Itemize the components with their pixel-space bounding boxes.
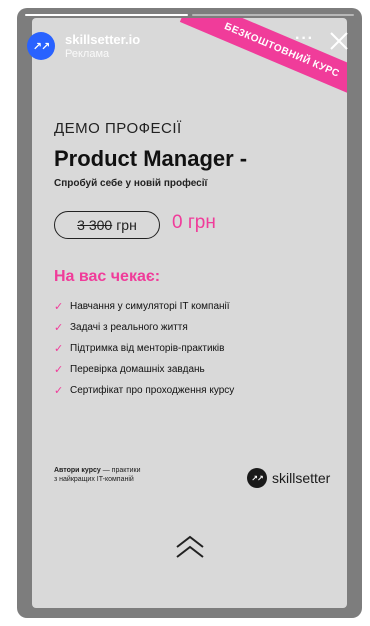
old-price-currency: грн: [116, 217, 137, 233]
benefit-text: Задачі з реального життя: [70, 322, 188, 333]
list-item: ✓ Задачі з реального життя: [54, 317, 234, 338]
old-price: 3 300: [77, 217, 113, 233]
authors-text-2: з найкращих IT-компаній: [54, 476, 134, 483]
account-name[interactable]: skillsetter.io: [65, 32, 140, 47]
benefit-text: Підтримка від менторів-практиків: [70, 343, 225, 354]
new-price: 0 грн: [172, 212, 216, 233]
check-icon: ✓: [54, 364, 64, 376]
ad-creative[interactable]: БЕЗКОШТОВНИЙ КУРС ДЕМО ПРОФЕСІЇ Product …: [32, 18, 347, 608]
skillsetter-logo-icon: ↗↗: [247, 468, 267, 488]
close-icon[interactable]: [326, 28, 352, 54]
account-avatar[interactable]: ↗↗: [27, 32, 55, 60]
benefit-text: Сертифікат про проходження курсу: [70, 385, 235, 396]
brand-logo: ↗↗ skillsetter: [247, 468, 330, 488]
authors-text-1: — практики: [100, 467, 141, 474]
sponsored-label: Реклама: [65, 48, 110, 60]
awaits-heading: На вас чекає:: [54, 268, 161, 285]
story-header: ↗↗ skillsetter.io Реклама ···: [27, 26, 352, 66]
account-info[interactable]: skillsetter.io Реклама: [65, 32, 140, 60]
check-icon: ✓: [54, 343, 64, 355]
progress-segment: [25, 14, 188, 16]
more-options-icon[interactable]: ···: [295, 30, 314, 48]
brand-name: skillsetter: [272, 470, 331, 486]
ad-subtitle: Спробуй себе у новій професії: [54, 178, 208, 189]
benefit-text: Навчання у симуляторі IT компанії: [70, 301, 230, 312]
benefits-list: ✓ Навчання у симуляторі IT компанії ✓ Зада…: [54, 296, 234, 401]
authors-note: Автори курсу — практики з найкращих IT-к…: [54, 466, 140, 484]
authors-label: Автори курсу: [54, 467, 101, 474]
check-icon: ✓: [54, 385, 64, 397]
list-item: ✓ Сертифікат про проходження курсу: [54, 380, 234, 401]
list-item: ✓ Підтримка від менторів-практиків: [54, 338, 234, 359]
progress-segment: [191, 14, 354, 16]
list-item: ✓ Навчання у симуляторі IT компанії: [54, 296, 234, 317]
ad-title: Product Manager -: [54, 146, 248, 171]
chevron-double-up-icon[interactable]: [174, 534, 206, 560]
story-viewer[interactable]: БЕЗКОШТОВНИЙ КУРС ДЕМО ПРОФЕСІЇ Product …: [17, 8, 362, 618]
old-price-pill: 3 300 грн: [54, 211, 160, 239]
check-icon: ✓: [54, 301, 64, 313]
check-icon: ✓: [54, 322, 64, 334]
list-item: ✓ Перевірка домашніх завдань: [54, 359, 234, 380]
story-progress: [25, 14, 354, 16]
section-label: ДЕМО ПРОФЕСІЇ: [54, 120, 182, 137]
benefit-text: Перевірка домашніх завдань: [70, 364, 205, 375]
